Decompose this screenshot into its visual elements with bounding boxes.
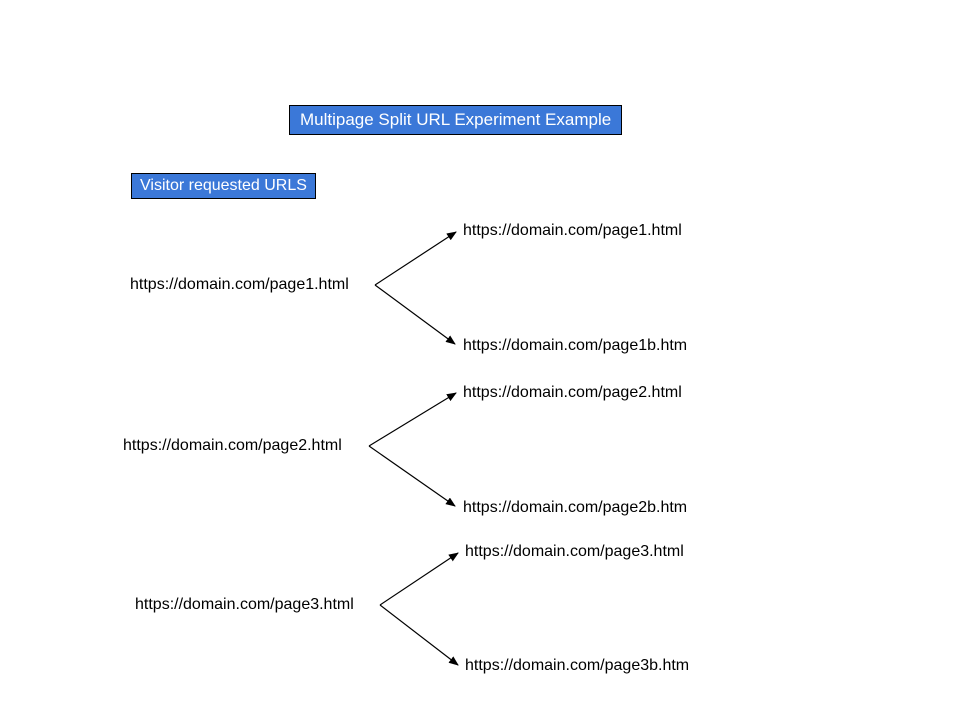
- subtitle-text: Visitor requested URLS: [140, 177, 307, 194]
- source-url-3: https://domain.com/page3.html: [135, 596, 354, 614]
- subtitle-box: Visitor requested URLS: [131, 173, 316, 199]
- target-url-3a: https://domain.com/page3.html: [465, 543, 684, 561]
- arrow-2b: [369, 446, 455, 506]
- target-url-1b: https://domain.com/page1b.htm: [463, 337, 687, 355]
- arrow-1b: [375, 285, 455, 344]
- target-url-2a: https://domain.com/page2.html: [463, 384, 682, 402]
- arrow-3b: [380, 605, 458, 665]
- title-text: Multipage Split URL Experiment Example: [300, 110, 611, 129]
- source-url-2: https://domain.com/page2.html: [123, 437, 342, 455]
- arrow-3a: [380, 553, 458, 605]
- arrow-1a: [375, 232, 456, 285]
- target-url-2b: https://domain.com/page2b.htm: [463, 499, 687, 517]
- source-url-1: https://domain.com/page1.html: [130, 276, 349, 294]
- arrow-2a: [369, 393, 456, 446]
- target-url-3b: https://domain.com/page3b.htm: [465, 657, 689, 675]
- target-url-1a: https://domain.com/page1.html: [463, 222, 682, 240]
- title-box: Multipage Split URL Experiment Example: [289, 105, 622, 135]
